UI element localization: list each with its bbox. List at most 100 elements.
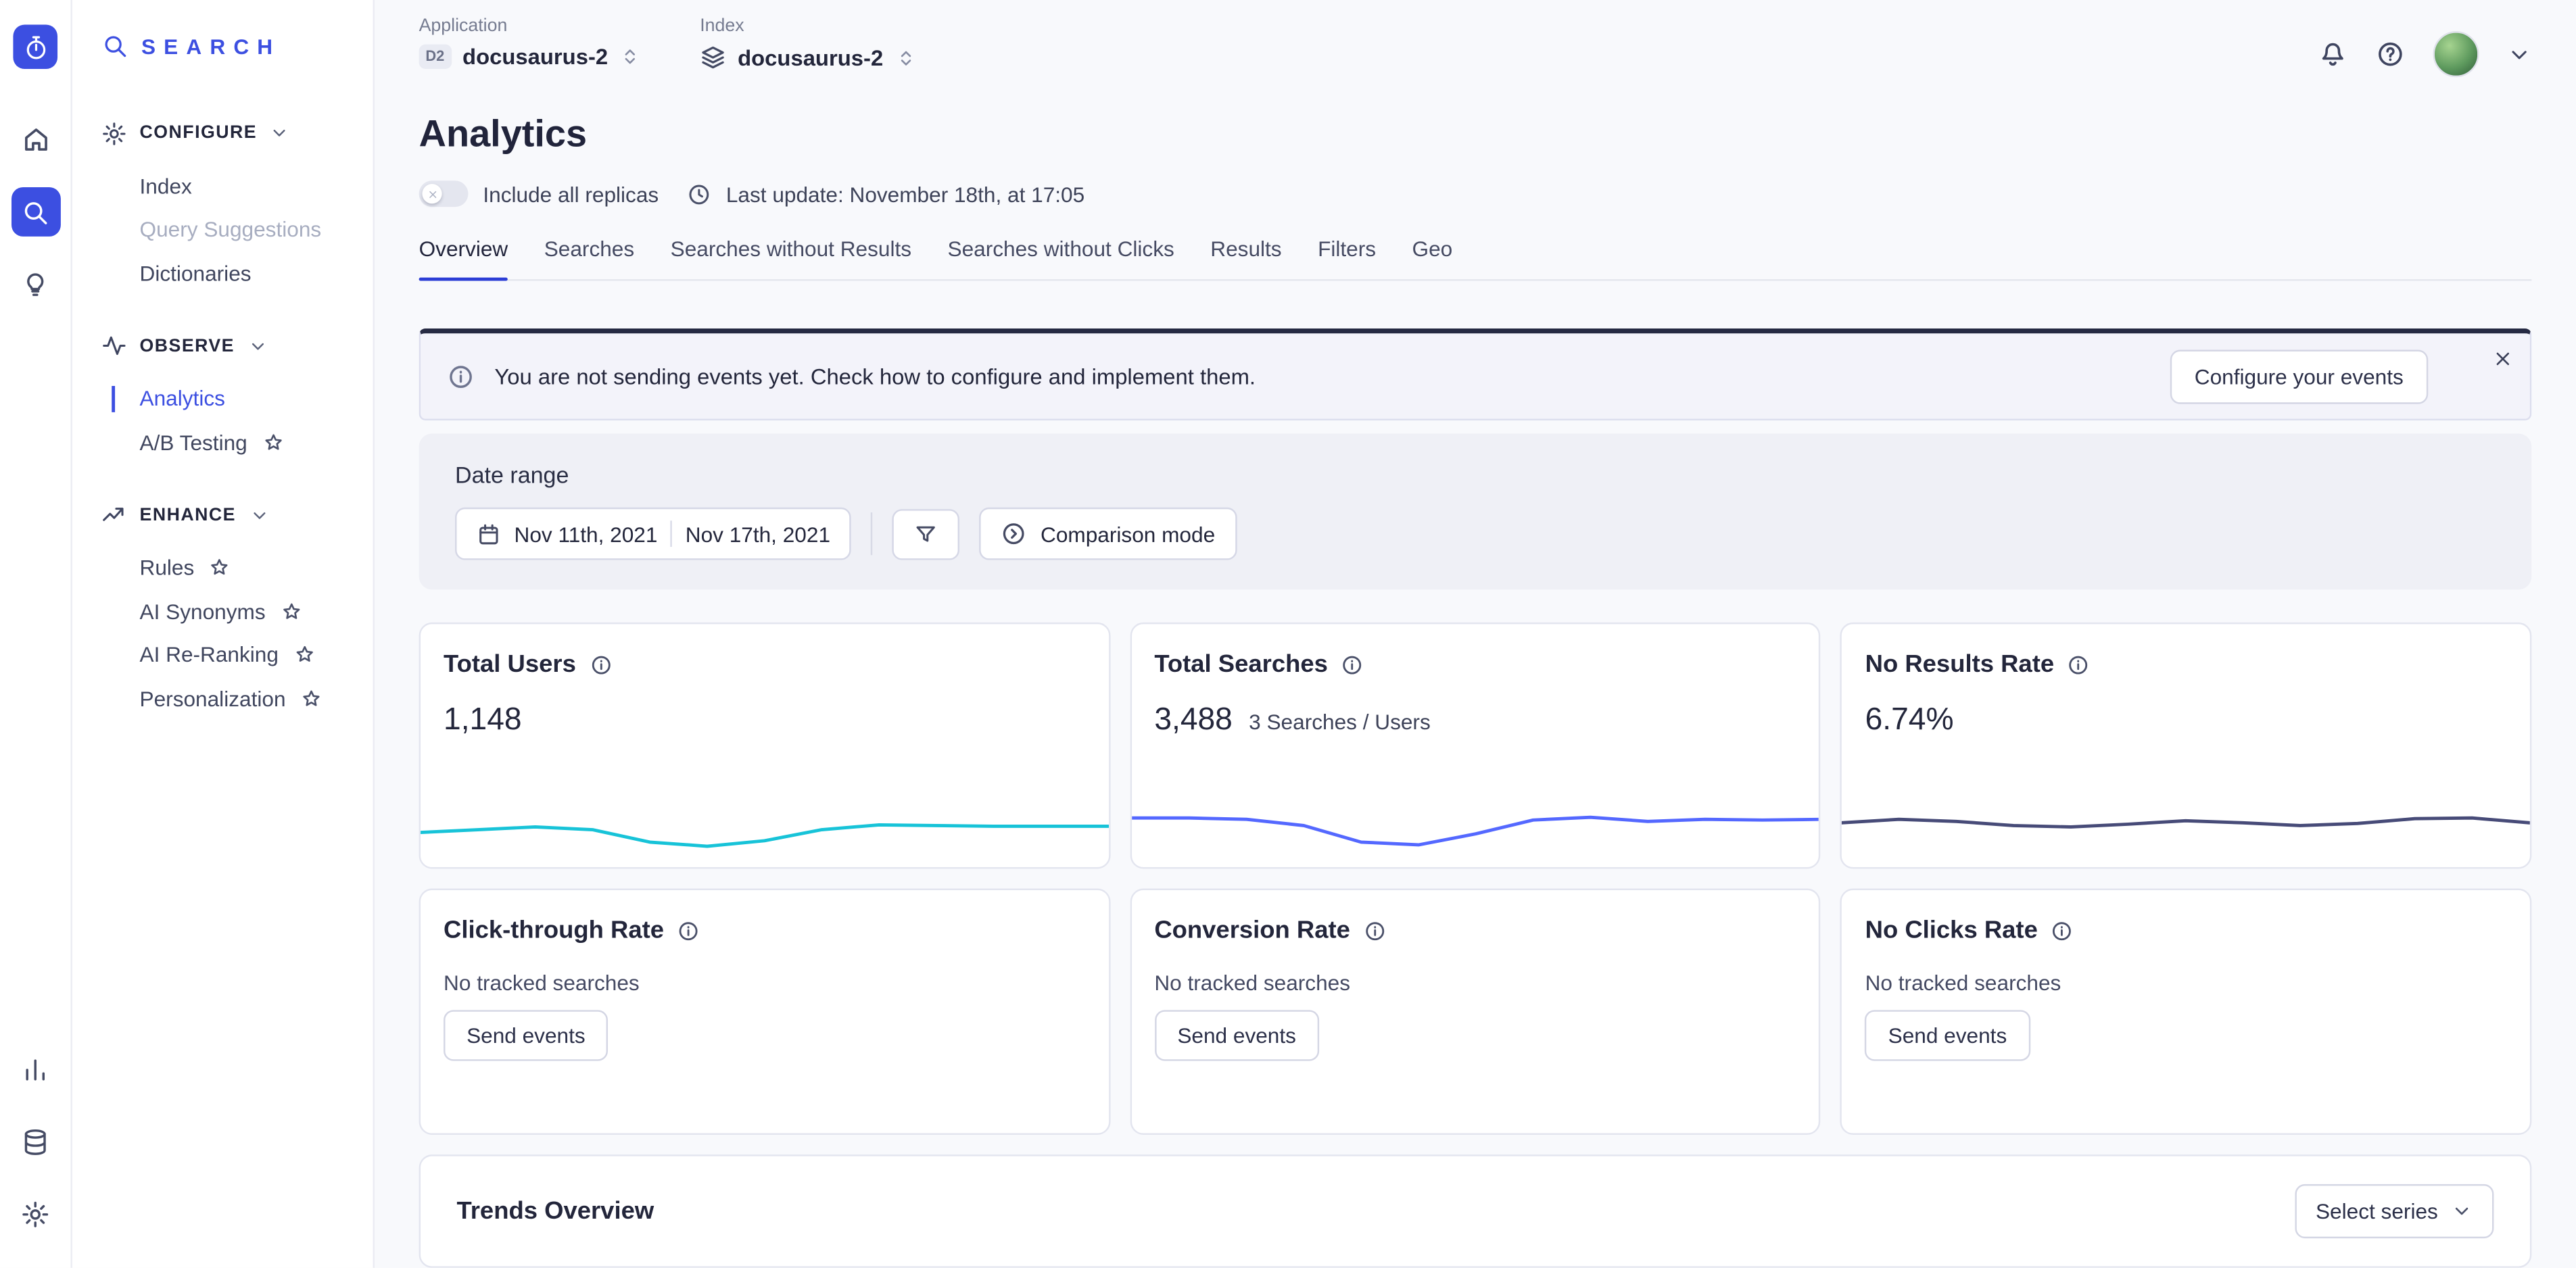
page-content: Analytics Include all replicas Last upda… (375, 77, 2576, 1268)
app-window: SEARCH CONFIGURE Index Query Suggestions… (0, 0, 2576, 1268)
sidebar-item-dictionaries[interactable]: Dictionaries (140, 251, 373, 295)
date-range-end: Nov 17th, 2021 (686, 521, 830, 545)
nav-header-observe[interactable]: OBSERVE (102, 328, 373, 364)
toggle-knob (422, 184, 442, 203)
card-title: Total Searches (1154, 650, 1328, 678)
info-icon[interactable] (1341, 653, 1364, 676)
tab-geo[interactable]: Geo (1412, 237, 1453, 279)
settings-gear-icon[interactable] (11, 1189, 60, 1238)
sidebar-item-query-suggestions[interactable]: Query Suggestions (140, 208, 373, 251)
tab-results[interactable]: Results (1210, 237, 1281, 279)
nav-header-configure[interactable]: CONFIGURE (102, 115, 373, 151)
chevron-down-icon (247, 336, 267, 356)
application-select[interactable]: Application D2 docusaurus-2 (419, 16, 641, 69)
sidebar-item-label: Rules (140, 556, 195, 580)
card-title: No Clicks Rate (1865, 917, 2038, 944)
sidebar-item-personalization[interactable]: Personalization (140, 677, 373, 720)
total-searches-card: Total Searches 3,488 3 Searches / Users (1130, 623, 1821, 869)
metric-value: 1,148 (444, 703, 522, 739)
last-update-text: Last update: November 18th, at 17:05 (726, 181, 1084, 205)
card-title: Conversion Rate (1154, 917, 1350, 944)
sidebar-item-ai-reranking[interactable]: AI Re-Ranking (140, 633, 373, 677)
index-select-label: Index (700, 16, 916, 36)
nav-section-enhance: ENHANCE Rules AI Synonyms AI Re-Ranking (102, 497, 373, 720)
star-icon[interactable] (262, 431, 284, 453)
analytics-tabs: Overview Searches Searches without Resul… (419, 237, 2532, 281)
send-events-button[interactable]: Send events (444, 1010, 609, 1060)
recommend-lightbulb-icon[interactable] (11, 260, 60, 309)
select-series-button[interactable]: Select series (2294, 1184, 2494, 1238)
page-meta-row: Include all replicas Last update: Novemb… (419, 180, 2532, 207)
home-icon[interactable] (11, 115, 60, 164)
tab-searches-without-results[interactable]: Searches without Results (671, 237, 911, 279)
sidebar-item-analytics[interactable]: Analytics (140, 377, 373, 420)
trends-overview-panel: Trends Overview Select series (419, 1154, 2532, 1268)
empty-state-text: No tracked searches (1154, 971, 1796, 995)
application-select-value: docusaurus-2 (462, 45, 608, 69)
card-title: Click-through Rate (444, 917, 664, 944)
data-sources-icon[interactable] (11, 1117, 60, 1166)
card-title: Total Users (444, 650, 576, 678)
send-events-button[interactable]: Send events (1865, 1010, 2030, 1060)
info-icon[interactable] (2068, 653, 2091, 676)
total-users-sparkline (421, 788, 1108, 857)
star-icon[interactable] (293, 644, 315, 666)
sidebar-item-ab-testing[interactable]: A/B Testing (140, 420, 373, 464)
sidebar-item-label: AI Synonyms (140, 599, 266, 623)
chevron-down-icon (2451, 1200, 2473, 1222)
configure-events-button[interactable]: Configure your events (2170, 349, 2428, 403)
empty-state-text: No tracked searches (1865, 971, 2507, 995)
sidebar-item-label: Personalization (140, 686, 286, 710)
search-product-icon[interactable] (11, 187, 60, 237)
sidebar-item-label: A/B Testing (140, 430, 247, 454)
info-icon[interactable] (2051, 919, 2074, 942)
metric-cards-row: Total Users 1,148 Total Searches (419, 623, 2532, 869)
comparison-mode-button[interactable]: Comparison mode (980, 508, 1237, 560)
select-stepper-icon[interactable] (619, 46, 641, 68)
algolia-logo-icon[interactable] (13, 24, 57, 69)
select-stepper-icon[interactable] (895, 47, 916, 68)
usage-chart-icon[interactable] (11, 1044, 60, 1094)
send-events-button[interactable]: Send events (1154, 1010, 1319, 1060)
info-icon[interactable] (589, 653, 612, 676)
nav-header-enhance[interactable]: ENHANCE (102, 497, 373, 533)
sidebar-item-label: Index (140, 174, 192, 198)
notifications-bell-icon[interactable] (2318, 39, 2347, 69)
nav-section-label: ENHANCE (140, 505, 236, 525)
tab-searches[interactable]: Searches (544, 237, 634, 279)
metric-value: 3,488 (1154, 703, 1233, 739)
trending-up-icon (102, 503, 126, 527)
help-icon[interactable] (2375, 39, 2405, 69)
include-replicas-toggle[interactable] (419, 180, 469, 207)
info-icon[interactable] (677, 919, 700, 942)
close-icon[interactable] (2492, 348, 2514, 370)
user-avatar[interactable] (2433, 31, 2479, 77)
sidebar-item-ai-synonyms[interactable]: AI Synonyms (140, 589, 373, 633)
filter-funnel-button[interactable] (892, 508, 960, 559)
index-select[interactable]: Index docusaurus-2 (700, 16, 916, 70)
tab-overview[interactable]: Overview (419, 237, 508, 279)
sidebar-item-index[interactable]: Index (140, 164, 373, 208)
sidebar-item-rules[interactable]: Rules (140, 546, 373, 589)
tab-filters[interactable]: Filters (1318, 237, 1376, 279)
no-results-rate-sparkline (1842, 788, 2530, 857)
application-select-label: Application (419, 16, 641, 36)
engagement-cards-row: Click-through Rate No tracked searches S… (419, 889, 2532, 1135)
account-chevron-down-icon[interactable] (2507, 42, 2531, 66)
comparison-mode-label: Comparison mode (1041, 521, 1215, 545)
activity-icon (102, 333, 126, 358)
index-icon (700, 45, 726, 71)
empty-state-text: No tracked searches (444, 971, 1085, 995)
no-results-rate-card: No Results Rate 6.74% (1840, 623, 2531, 869)
nav-section-observe: OBSERVE Analytics A/B Testing (102, 328, 373, 464)
info-icon[interactable] (1363, 919, 1386, 942)
total-searches-sparkline (1131, 788, 1819, 857)
search-logo[interactable]: SEARCH (102, 33, 373, 59)
star-icon[interactable] (281, 601, 302, 623)
sidebar-item-label: Analytics (140, 387, 225, 411)
star-icon[interactable] (209, 557, 231, 579)
sidebar: SEARCH CONFIGURE Index Query Suggestions… (72, 0, 375, 1268)
star-icon[interactable] (300, 687, 322, 709)
tab-searches-without-clicks[interactable]: Searches without Clicks (948, 237, 1174, 279)
date-range-picker[interactable]: Nov 11th, 2021 Nov 17th, 2021 (455, 508, 852, 560)
